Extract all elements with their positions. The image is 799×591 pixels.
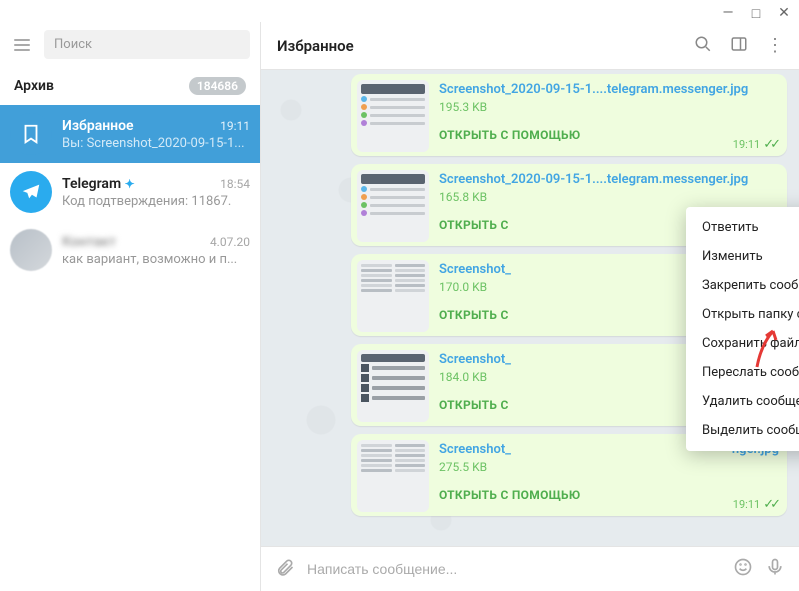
archive-count-badge: 184686 <box>189 77 246 95</box>
context-menu-item[interactable]: Открыть папку с файлом <box>686 300 799 329</box>
attach-icon[interactable] <box>275 557 295 581</box>
menu-icon[interactable] <box>10 35 34 55</box>
voice-icon[interactable] <box>765 557 785 581</box>
verified-icon: ✦ <box>125 177 135 191</box>
window-maximize[interactable]: □ <box>747 4 765 22</box>
chat-title: Избранное <box>277 37 694 55</box>
read-checks-icon: ✓✓ <box>763 137 777 152</box>
search-icon[interactable] <box>694 35 712 57</box>
sidebar: Поиск Архив 184686 Избранное 19:11 Вы: Scr… <box>0 22 261 591</box>
chat-time: 18:54 <box>220 177 250 191</box>
chat-header: Избранное ⋮ <box>261 22 799 70</box>
file-name: Screenshot_2020-09-15-1....telegram.mess… <box>439 82 779 97</box>
archive-row[interactable]: Архив 184686 <box>0 67 260 105</box>
context-menu-item[interactable]: Закрепить сообщение <box>686 271 799 300</box>
chat-item[interactable]: Контакт 4.07.20 как вариант, возможно и п.… <box>0 221 260 279</box>
file-thumbnail[interactable] <box>357 260 429 332</box>
open-with-button[interactable]: ОТКРЫТЬ С ПОМОЩЬЮ <box>439 128 779 142</box>
avatar <box>10 229 52 271</box>
chat-preview: Код подтверждения: 11867. <box>62 194 250 209</box>
chat-item[interactable]: Избранное 19:11 Вы: Screenshot_2020-09-15-… <box>0 105 260 163</box>
chat-name: Контакт <box>62 234 116 250</box>
file-size: 275.5 KB <box>439 460 779 474</box>
avatar <box>10 171 52 213</box>
file-thumbnail[interactable] <box>357 80 429 152</box>
chat-name: Telegram ✦ <box>62 176 135 192</box>
file-size: 195.3 KB <box>439 100 779 114</box>
message-time: 19:11 ✓✓ <box>733 137 777 152</box>
file-thumbnail[interactable] <box>357 350 429 422</box>
context-menu-item[interactable]: Переслать сообщение <box>686 358 799 387</box>
message-input[interactable] <box>307 561 721 577</box>
file-name: Screenshot_2020-09-15-1....telegram.mess… <box>439 172 779 187</box>
sidebar-toggle-icon[interactable] <box>730 35 748 57</box>
context-menu-item[interactable]: Изменить <box>686 242 799 271</box>
context-menu-item[interactable]: Ответить <box>686 213 799 242</box>
context-menu-item[interactable]: Сохранить файл как... <box>686 329 799 358</box>
chat-item[interactable]: Telegram ✦ 18:54 Код подтверждения: 11867. <box>0 163 260 221</box>
read-checks-icon: ✓✓ <box>763 497 777 512</box>
file-size: 165.8 KB <box>439 190 779 204</box>
chat-time: 19:11 <box>220 119 250 133</box>
context-menu: ОтветитьИзменитьЗакрепить сообщениеОткры… <box>686 207 799 451</box>
chat-preview: как вариант, возможно и п... <box>62 252 250 267</box>
main-panel: Избранное ⋮ Screenshot_2020-09-15-1....t… <box>261 22 799 591</box>
file-thumbnail[interactable] <box>357 170 429 242</box>
avatar <box>10 113 52 155</box>
chat-time: 4.07.20 <box>210 235 250 249</box>
window-minimize[interactable]: — <box>719 4 737 22</box>
file-thumbnail[interactable] <box>357 440 429 512</box>
window-controls: — □ ✕ <box>719 4 793 22</box>
more-icon[interactable]: ⋮ <box>766 35 783 56</box>
context-menu-item[interactable]: Выделить сообщение <box>686 416 799 445</box>
chat-name: Избранное <box>62 118 134 134</box>
search-input[interactable]: Поиск <box>44 30 250 59</box>
open-with-button[interactable]: ОТКРЫТЬ С ПОМОЩЬЮ <box>439 488 779 502</box>
composer <box>261 546 799 591</box>
message-time: 19:11 ✓✓ <box>733 497 777 512</box>
window-close[interactable]: ✕ <box>775 4 793 22</box>
message-bubble[interactable]: Screenshot_2020-09-15-1....telegram.mess… <box>351 74 787 156</box>
archive-label: Архив <box>14 78 54 94</box>
emoji-icon[interactable] <box>733 557 753 581</box>
chat-preview: Вы: Screenshot_2020-09-15-1... <box>62 136 250 151</box>
context-menu-item[interactable]: Удалить сообщение <box>686 387 799 416</box>
chat-list: Избранное 19:11 Вы: Screenshot_2020-09-15-… <box>0 105 260 591</box>
